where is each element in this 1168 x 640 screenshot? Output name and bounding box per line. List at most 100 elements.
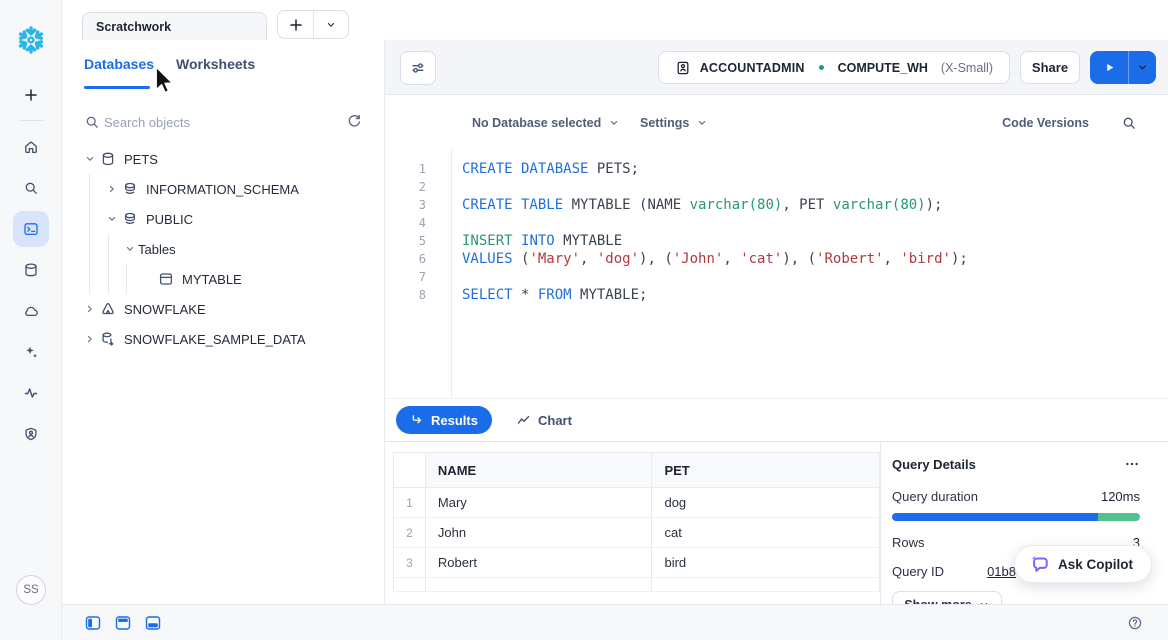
tree-item-label: PUBLIC <box>146 212 193 227</box>
sql-code[interactable]: CREATE DATABASE PETS;CREATE TABLE MYTABL… <box>452 150 968 398</box>
panel-bottom-toggle-icon[interactable] <box>145 615 161 631</box>
schema-icon <box>122 181 138 197</box>
chevron-right-icon[interactable] <box>82 331 98 347</box>
user-avatar[interactable]: SS <box>16 575 46 605</box>
tree-item-label: INFORMATION_SCHEMA <box>146 182 299 197</box>
table-cell[interactable]: John <box>425 518 652 548</box>
ai-ml-icon <box>23 344 39 360</box>
ask-copilot-label: Ask Copilot <box>1058 557 1133 572</box>
editor-toolbar: No Database selected Settings Code Versi… <box>385 95 1168 150</box>
line-number: 4 <box>385 214 451 232</box>
run-button-group <box>1090 51 1156 84</box>
tree-item-mytable[interactable]: MYTABLE <box>62 264 384 294</box>
line-number: 6 <box>385 250 451 268</box>
table-row[interactable]: 1Marydog <box>394 488 880 518</box>
table-row[interactable]: 3Robertbird <box>394 548 880 578</box>
run-options-button[interactable] <box>1128 51 1156 84</box>
rail-item-home[interactable] <box>13 129 49 165</box>
results-tab-label: Results <box>431 413 478 428</box>
tree-item-pets[interactable]: PETS <box>62 144 384 174</box>
line-number-gutter: 12345678 <box>385 150 452 398</box>
results-table[interactable]: NAMEPET1Marydog2Johncat3Robertbird <box>393 452 880 592</box>
admin-icon <box>23 426 39 442</box>
rail-item-monitoring[interactable] <box>13 375 49 411</box>
chevron-right-icon[interactable] <box>82 301 98 317</box>
settings-menu[interactable]: Settings <box>640 95 708 150</box>
line-number: 2 <box>385 178 451 196</box>
panel-left-toggle-icon[interactable] <box>85 615 101 631</box>
cloud-icon <box>23 303 39 319</box>
tree-item-public[interactable]: PUBLIC <box>62 204 384 234</box>
sidebar-tabs: Databases Worksheets <box>62 40 384 92</box>
rail-item-admin[interactable] <box>13 416 49 452</box>
ask-copilot-button[interactable]: Ask Copilot <box>1014 545 1152 583</box>
refresh-icon[interactable] <box>346 113 362 129</box>
table-cell[interactable]: Mary <box>425 488 652 518</box>
snowflake-logo-icon[interactable] <box>15 24 47 56</box>
worksheet-tab-bar: Scratchwork <box>62 0 1168 40</box>
schema-icon <box>122 211 138 227</box>
database-selector[interactable]: No Database selected <box>472 95 620 150</box>
code-line: VALUES ('Mary', 'dog'), ('John', 'cat'),… <box>462 250 968 268</box>
show-more-button[interactable]: Show more <box>892 591 1002 604</box>
sql-editor[interactable]: 12345678 CREATE DATABASE PETS;CREATE TAB… <box>385 150 1168 398</box>
table-header-row: NAMEPET <box>394 453 880 488</box>
query-id-label: Query ID <box>892 564 944 579</box>
tree-item-snowflake[interactable]: SNOWFLAKE <box>62 294 384 324</box>
data-icon <box>23 262 39 278</box>
chevron-down-icon[interactable] <box>104 211 120 227</box>
chevron-down-icon <box>696 117 708 129</box>
table-row[interactable]: 2Johncat <box>394 518 880 548</box>
tree-item-information_schema[interactable]: INFORMATION_SCHEMA <box>62 174 384 204</box>
table-cell[interactable]: bird <box>652 548 880 578</box>
context-selector[interactable]: ACCOUNTADMIN COMPUTE_WH (X-Small) <box>658 51 1010 84</box>
projects-icon <box>23 221 39 237</box>
line-number: 3 <box>385 196 451 214</box>
share-button[interactable]: Share <box>1020 51 1080 84</box>
worksheet-tab-title: Scratchwork <box>96 20 171 34</box>
database-share-icon <box>100 331 116 347</box>
help-button[interactable] <box>1127 605 1143 640</box>
chevron-down-icon[interactable] <box>82 151 98 167</box>
column-header-name[interactable]: NAME <box>425 453 652 488</box>
code-line <box>462 214 968 232</box>
table-cell[interactable]: Robert <box>425 548 652 578</box>
results-tab-bar: Results Chart <box>385 399 1168 442</box>
tree-item-snowflake_sample_data[interactable]: SNOWFLAKE_SAMPLE_DATA <box>62 324 384 354</box>
tab-chart[interactable]: Chart <box>516 406 572 434</box>
column-header-pet[interactable]: PET <box>652 453 880 488</box>
editor-search-button[interactable] <box>1121 95 1137 150</box>
rail-item-data[interactable] <box>13 252 49 288</box>
database-icon <box>100 151 116 167</box>
tab-worksheets[interactable]: Worksheets <box>176 56 255 72</box>
tree-item-tables[interactable]: Tables <box>62 234 384 264</box>
search-objects-input[interactable] <box>104 110 314 134</box>
row-number: 1 <box>394 488 426 518</box>
new-worksheet-button[interactable] <box>278 11 313 38</box>
chevron-right-icon[interactable] <box>104 181 120 197</box>
rail-item-search[interactable] <box>13 170 49 206</box>
chevron-down-icon[interactable] <box>122 241 138 257</box>
rail-item-ai-ml[interactable] <box>13 334 49 370</box>
run-button[interactable] <box>1090 51 1128 84</box>
tab-databases[interactable]: Databases <box>84 56 154 72</box>
worksheet-tab[interactable]: Scratchwork <box>82 12 267 40</box>
tree-item-label: PETS <box>124 152 158 167</box>
table-cell[interactable]: cat <box>652 518 880 548</box>
query-id-link[interactable]: 01b8 <box>987 564 1016 579</box>
create-button[interactable] <box>13 79 49 111</box>
table-cell[interactable]: dog <box>652 488 880 518</box>
tab-results[interactable]: Results <box>396 406 492 434</box>
display-settings-button[interactable] <box>400 51 436 85</box>
tab-menu-button[interactable] <box>313 11 348 38</box>
rail-item-projects[interactable] <box>13 211 49 247</box>
spacer <box>140 271 156 287</box>
more-options-icon[interactable] <box>1124 456 1140 472</box>
code-versions-button[interactable]: Code Versions <box>1002 95 1089 150</box>
line-number: 7 <box>385 268 451 286</box>
chevron-down-icon <box>608 117 620 129</box>
panel-top-toggle-icon[interactable] <box>115 615 131 631</box>
bottom-status-bar <box>62 604 1168 640</box>
snowsight-app: SS Scratchwork Databases Worksheets PETS… <box>0 0 1168 640</box>
rail-item-cloud[interactable] <box>13 293 49 329</box>
